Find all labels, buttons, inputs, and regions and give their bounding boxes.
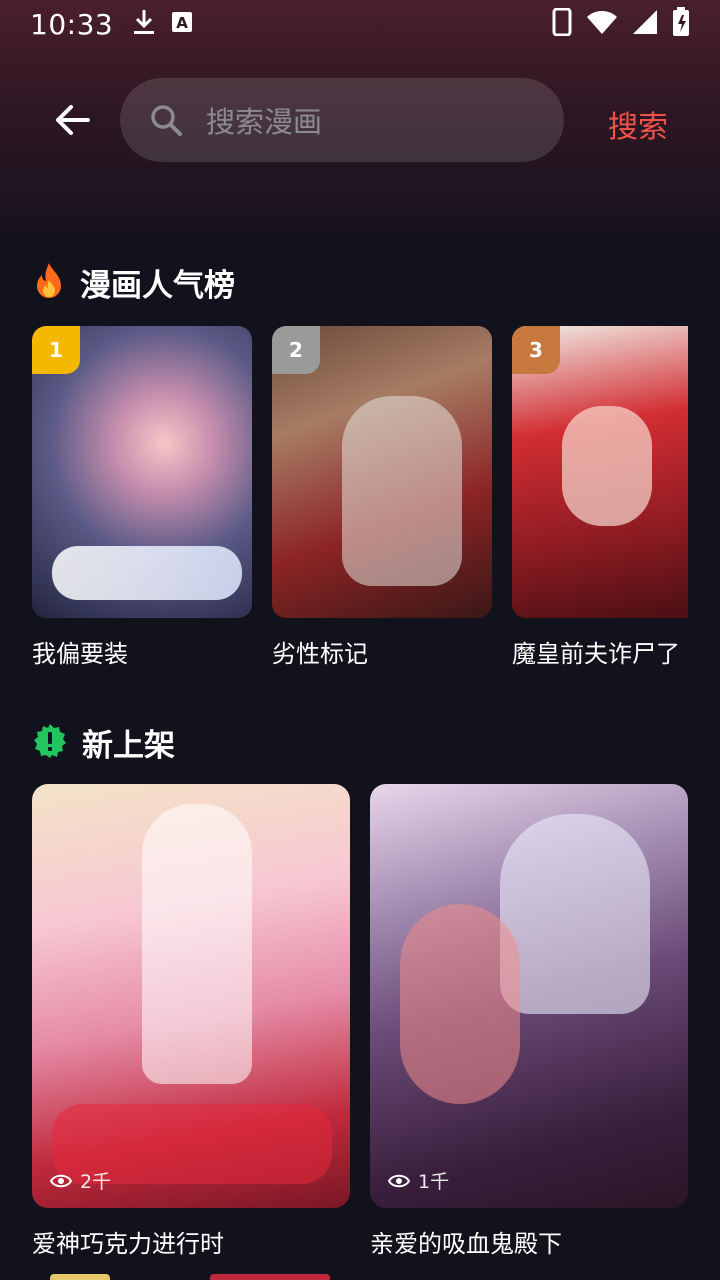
fire-icon (32, 262, 66, 304)
manga-cover: 2千 (32, 784, 350, 1208)
rank-card-3[interactable]: 3 魔皇前夫诈尸了 (512, 326, 688, 669)
status-bar: 10:33 A (0, 0, 720, 48)
view-count: 1千 (388, 1167, 449, 1194)
rank-card-1[interactable]: 1 我偏要装 (32, 326, 252, 669)
phone-vibrate-icon (552, 7, 572, 40)
manga-cover: 1千 (370, 784, 688, 1208)
rank-card-2[interactable]: 2 劣性标记 (272, 326, 492, 669)
manga-title: 我偏要装 (32, 640, 128, 668)
wifi-icon (586, 9, 618, 39)
eye-icon (50, 1174, 72, 1187)
search-icon (151, 105, 182, 136)
status-time: 10:33 (30, 7, 114, 41)
arrow-left-icon (56, 105, 90, 135)
battery-icon (672, 7, 690, 41)
popular-section-title: 漫画人气榜 (80, 268, 235, 304)
new-section-header: 新上架 (32, 720, 175, 765)
back-button[interactable] (50, 100, 94, 140)
manga-title: 劣性标记 (272, 640, 368, 668)
view-count-text: 2千 (80, 1171, 112, 1193)
manga-cover: 3 (512, 326, 688, 618)
rank-badge: 3 (512, 326, 560, 374)
manga-title: 亲爱的吸血鬼殿下 (370, 1230, 562, 1258)
new-badge-icon (32, 723, 68, 763)
svg-text:A: A (176, 14, 188, 32)
rank-badge: 2 (272, 326, 320, 374)
new-card-1[interactable]: 2千 爱神巧克力进行时 (32, 784, 350, 1259)
rank-badge: 1 (32, 326, 80, 374)
view-count: 2千 (50, 1167, 111, 1194)
search-input[interactable]: 搜索漫画 (120, 78, 564, 162)
next-row-peek (210, 1274, 330, 1280)
new-card-2[interactable]: 1千 亲爱的吸血鬼殿下 (370, 784, 688, 1259)
manga-cover: 1 (32, 326, 252, 618)
search-placeholder: 搜索漫画 (206, 105, 323, 139)
download-icon (133, 9, 155, 39)
manga-title: 爱神巧克力进行时 (32, 1230, 224, 1258)
popular-section-header: 漫画人气榜 (32, 260, 235, 305)
manga-title: 魔皇前夫诈尸了 (512, 640, 680, 668)
next-row-peek (50, 1274, 110, 1280)
search-header: 搜索漫画 搜索 (0, 78, 720, 162)
new-section-title: 新上架 (82, 728, 175, 764)
eye-icon (388, 1174, 410, 1187)
signal-icon (632, 9, 658, 39)
view-count-text: 1千 (418, 1171, 450, 1193)
manga-cover: 2 (272, 326, 492, 618)
keyboard-a-icon: A (171, 11, 193, 37)
search-button[interactable]: 搜索 (608, 102, 668, 146)
